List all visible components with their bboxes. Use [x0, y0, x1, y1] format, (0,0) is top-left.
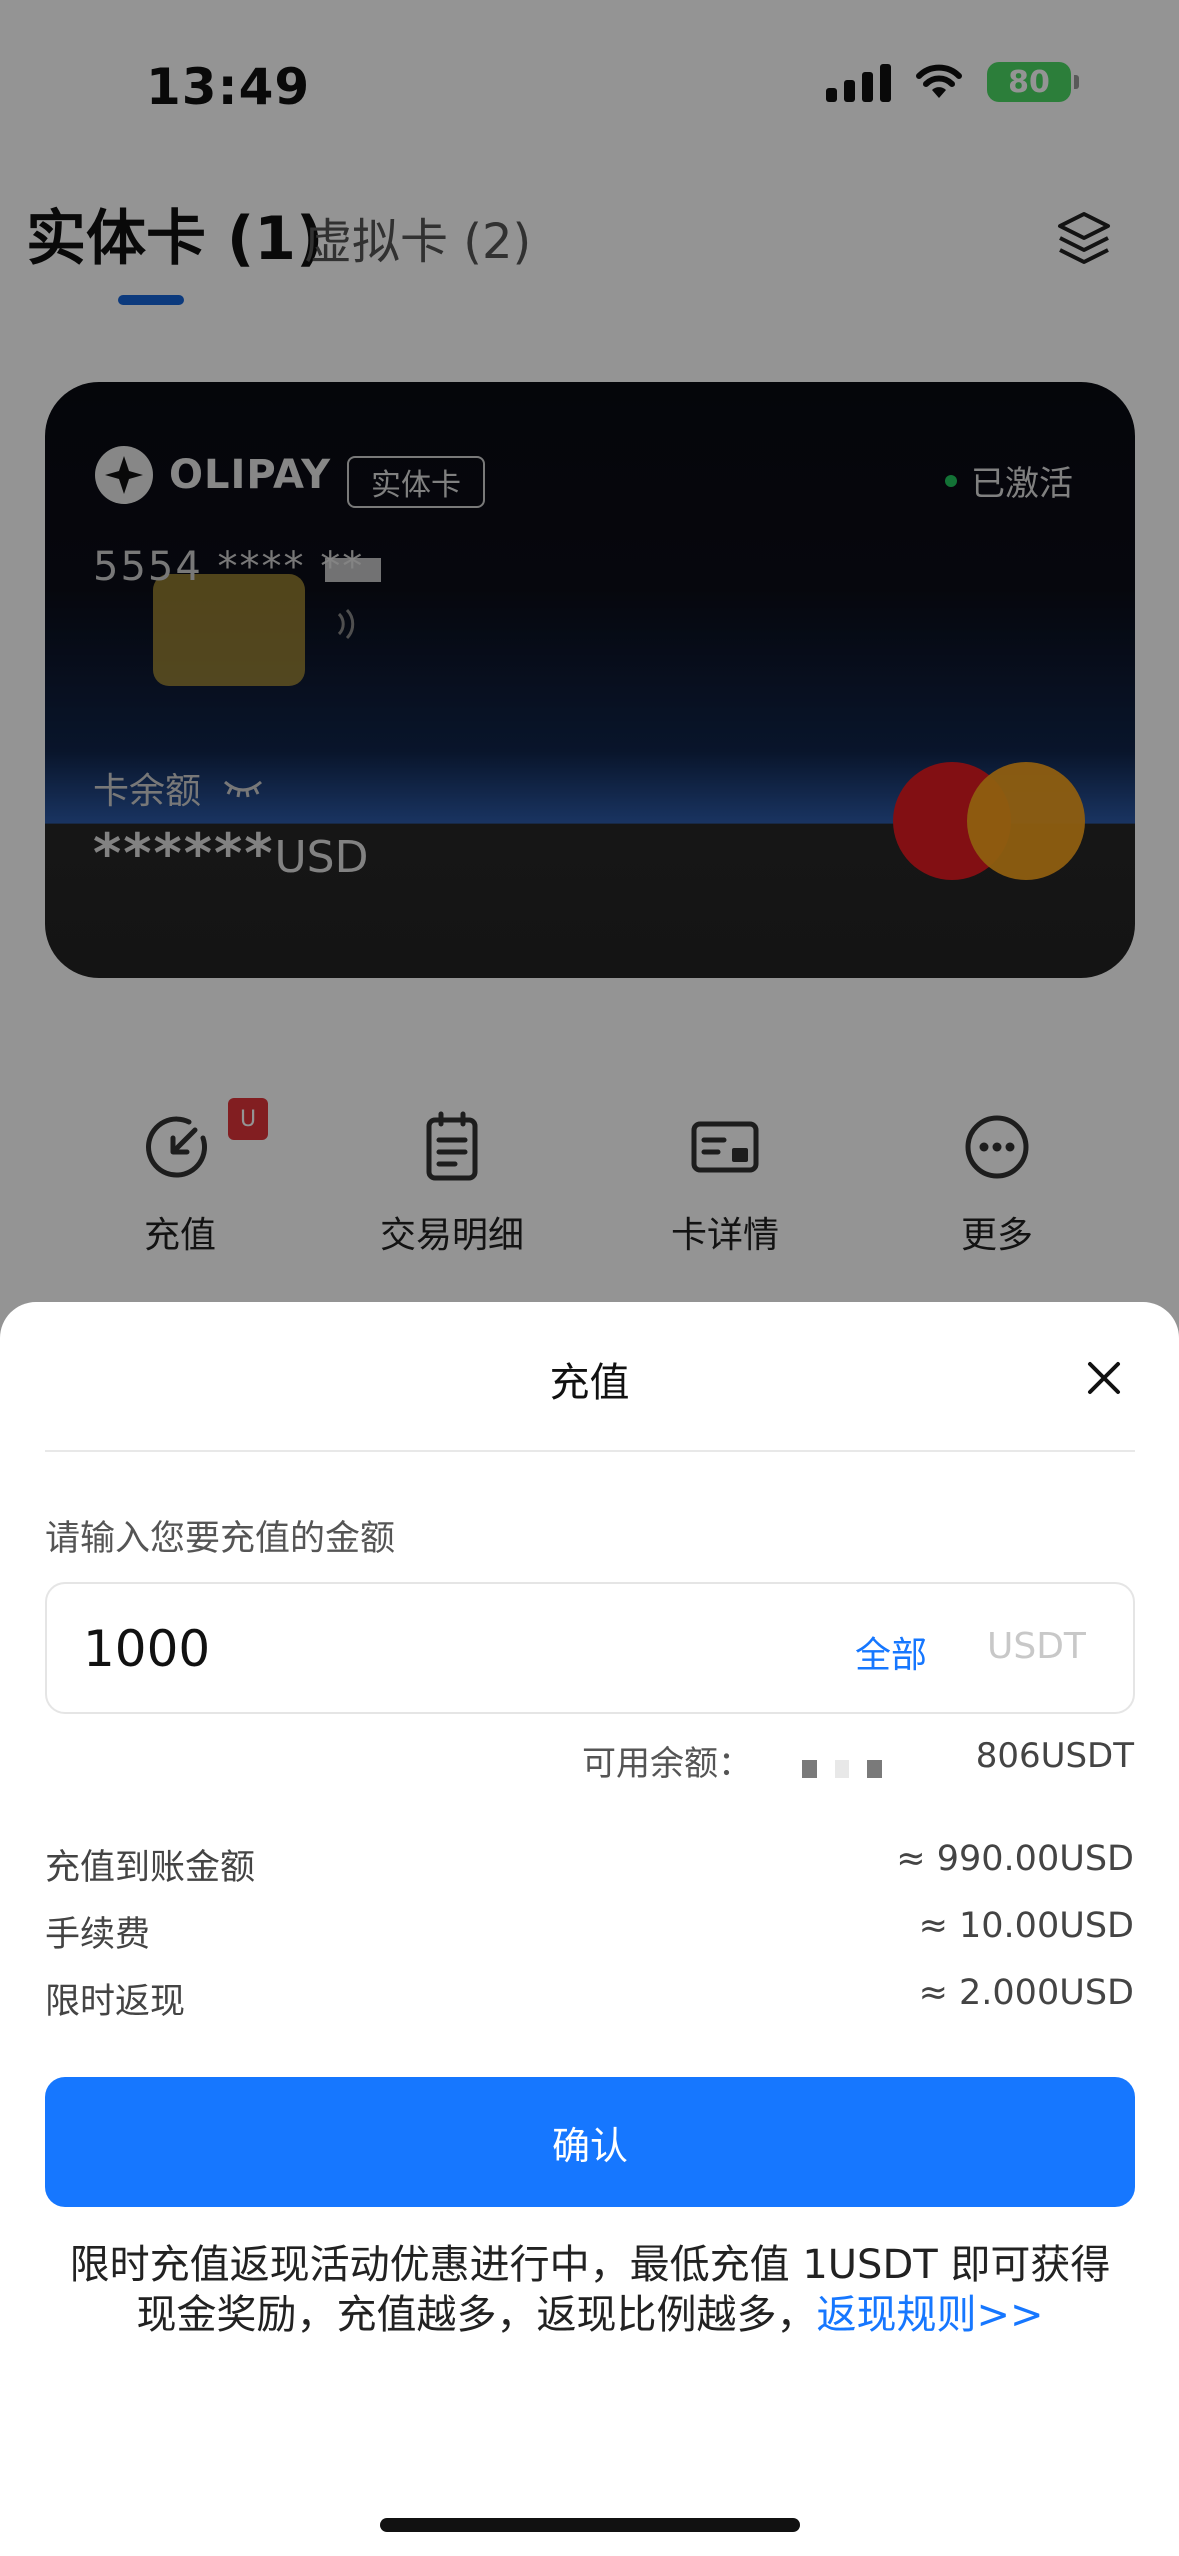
redaction-block — [802, 1760, 883, 1778]
fee-label: 手续费 — [45, 1915, 151, 1955]
cashback-value: ≈ 2.000USD — [918, 1973, 1134, 2013]
amount-prompt: 请输入您要充值的金额 — [45, 1519, 396, 1559]
credited-amount-value: ≈ 990.00USD — [896, 1839, 1134, 1879]
amount-value[interactable]: 1000 — [83, 1620, 210, 1678]
confirm-button[interactable]: 确认 — [45, 2077, 1135, 2207]
close-icon[interactable] — [1082, 1356, 1126, 1400]
sheet-title: 充值 — [549, 1360, 630, 1406]
recharge-sheet: 充值 请输入您要充值的金额 1000 全部 USDT 可用余额： 806USDT… — [0, 1302, 1179, 2556]
amount-unit: USDT — [987, 1626, 1086, 1667]
promo-line-1: 限时充值返现活动优惠进行中，最低充值 1USDT 即可获得 — [69, 2242, 1111, 2288]
cashback-label: 限时返现 — [45, 1982, 186, 2022]
promo-text: 限时充值返现活动优惠进行中，最低充值 1USDT 即可获得 现金奖励，充值越多，… — [40, 2240, 1140, 2340]
promo-line-2-text: 现金奖励，充值越多，返现比例越多， — [136, 2292, 817, 2338]
available-balance-label: 可用余额： — [582, 1744, 752, 1784]
amount-input[interactable]: 1000 全部 USDT — [45, 1582, 1135, 1714]
sheet-divider — [45, 1450, 1135, 1452]
home-indicator[interactable] — [380, 2518, 800, 2532]
max-amount-button[interactable]: 全部 — [855, 1626, 927, 1678]
promo-line-2: 现金奖励，充值越多，返现比例越多，返现规则>> — [40, 2290, 1140, 2340]
fee-value: ≈ 10.00USD — [918, 1906, 1134, 1946]
credited-amount-label: 充值到账金额 — [45, 1848, 256, 1888]
available-balance-value: 806USDT — [975, 1736, 1134, 1776]
cashback-rules-link[interactable]: 返现规则>> — [816, 2292, 1043, 2338]
